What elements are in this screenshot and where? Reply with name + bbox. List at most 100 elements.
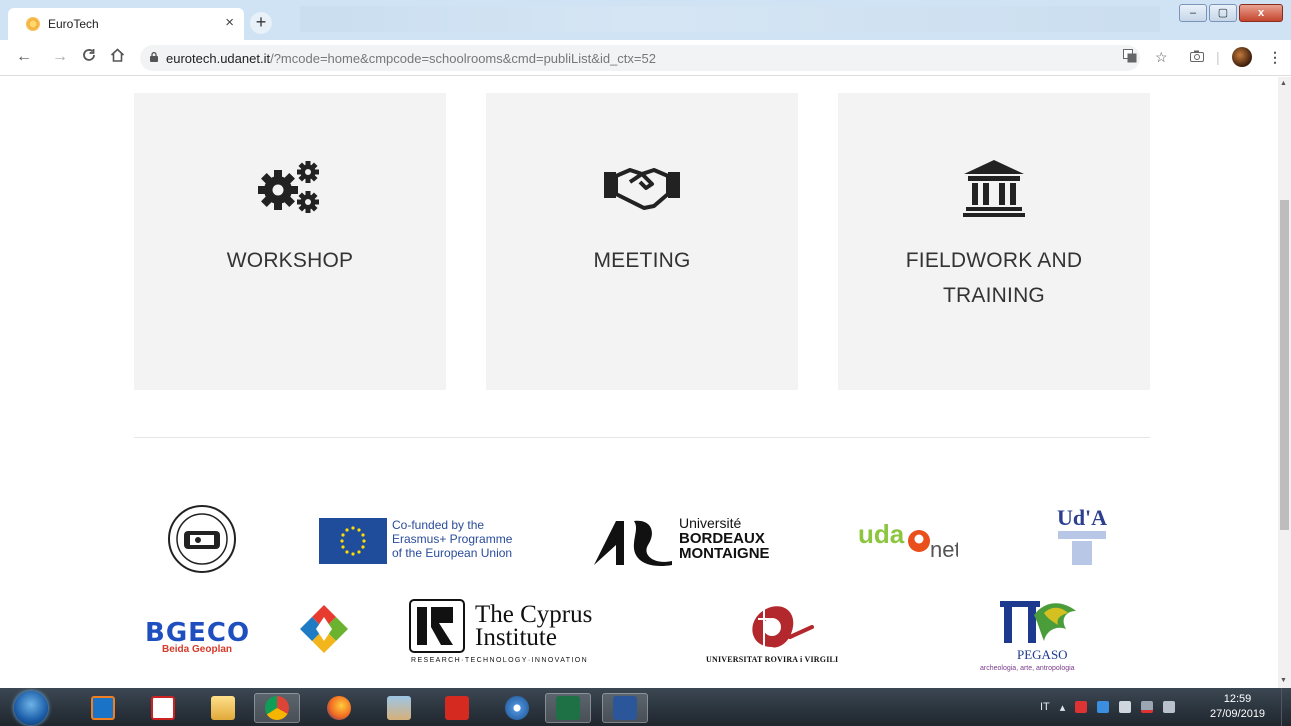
erasmus-line-2: Erasmus+ Programme	[392, 532, 513, 546]
taskbar-app-window[interactable]	[376, 693, 422, 723]
scrollbar-thumb[interactable]	[1280, 200, 1289, 530]
dropbox-icon[interactable]	[1097, 701, 1110, 713]
erasmus-line-1: Co-funded by the	[392, 518, 485, 532]
cyprus-tagline: RESEARCH·TECHNOLOGY·INNOVATION	[411, 657, 589, 664]
lock-icon	[150, 52, 158, 62]
word-icon	[613, 696, 637, 720]
page-scrollbar[interactable]: ▲ ▼	[1278, 77, 1291, 688]
url-text: eurotech.udanet.it/?mcode=home&cmpcode=s…	[166, 51, 656, 66]
urv-name: UNIVERSITAT ROVIRA i VIRGILI	[706, 655, 839, 664]
scroll-up-arrow-icon[interactable]: ▲	[1280, 80, 1287, 87]
tab-title: EuroTech	[48, 17, 99, 31]
camera-icon[interactable]	[1190, 49, 1204, 65]
url-domain: eurotech.udanet.it	[166, 51, 271, 66]
maximize-button[interactable]: ▢	[1209, 4, 1237, 22]
udanet-prefix: uda	[858, 519, 905, 549]
taskbar-media-player[interactable]	[80, 693, 126, 723]
acrobat-icon	[151, 696, 175, 720]
new-tab-button[interactable]: +	[250, 12, 272, 34]
institution-icon	[838, 158, 1150, 218]
card-meeting[interactable]: MEETING	[486, 93, 798, 390]
language-indicator[interactable]: IT	[1040, 701, 1050, 713]
gears-icon	[134, 158, 446, 218]
taskbar-excel[interactable]	[545, 693, 591, 723]
scroll-down-arrow-icon[interactable]: ▼	[1280, 677, 1287, 684]
erasmus-line-3: of the European Union	[392, 546, 513, 560]
minimize-button[interactable]: –	[1179, 4, 1207, 22]
show-desktop-button[interactable]	[1281, 688, 1291, 726]
windows-taskbar: IT ▴ 12:59 27/09/2019	[0, 688, 1291, 726]
pegaso-subtitle: archeologia, arte, antropologia	[980, 665, 1075, 672]
bordeaux-line-3: MONTAIGNE	[679, 545, 770, 562]
taskbar-acrobat[interactable]	[140, 693, 186, 723]
network-app-icon	[505, 696, 529, 720]
taskbar-network-app[interactable]	[494, 693, 540, 723]
cyprus-line-1: The Cyprus	[475, 601, 593, 628]
card-workshop-label: WORKSHOP	[226, 249, 354, 272]
pegaso-name: PEGASO	[1017, 647, 1068, 662]
udanet-logo[interactable]: uda net	[858, 515, 961, 572]
udanet-suffix: net	[930, 537, 958, 562]
bgeco-subtitle: Beida Geoplan	[162, 644, 233, 655]
forward-arrow-icon[interactable]: →	[52, 48, 68, 66]
taskbar-firefox[interactable]	[316, 693, 362, 723]
url-path: /?mcode=home&cmpcode=schoolrooms&cmd=pub…	[270, 51, 656, 66]
page-viewport: WORKSHOP MEETING FIELDWORK AND TRAINING …	[0, 77, 1278, 688]
bordeaux-line-1: Université	[679, 515, 742, 531]
back-arrow-icon[interactable]: ←	[16, 48, 32, 66]
taskbar-word[interactable]	[602, 693, 648, 723]
media-player-icon	[91, 696, 115, 720]
bookmark-star-icon[interactable]: ☆	[1155, 49, 1168, 66]
power-icon[interactable]	[1119, 701, 1132, 713]
taskbar-clock[interactable]: 12:59 27/09/2019	[1210, 692, 1265, 722]
academy-seal-logo[interactable]	[168, 505, 236, 578]
uda-logo[interactable]: Ud'A	[1050, 505, 1114, 574]
taskbar-file-explorer[interactable]	[200, 693, 246, 723]
clock-time: 12:59	[1223, 693, 1252, 705]
translate-icon[interactable]	[1123, 49, 1137, 66]
system-tray: IT ▴	[1040, 688, 1176, 726]
browser-tab-strip: EuroTech × + – ▢ x	[0, 0, 1291, 40]
handshake-icon	[486, 158, 798, 218]
card-fieldwork-training[interactable]: FIELDWORK AND TRAINING	[838, 93, 1150, 390]
bordeaux-line-2: BORDEAUX	[679, 530, 765, 547]
cyprus-institute-name: The Cyprus Institute	[475, 601, 593, 651]
bordeaux-mark-logo[interactable]	[594, 515, 676, 572]
home-icon[interactable]	[110, 48, 125, 67]
bgeco-diamond-logo	[298, 603, 350, 660]
browser-toolbar: ← → eurotech.udanet.it/?mcode=home&cmpco…	[0, 40, 1291, 76]
profile-avatar[interactable]	[1232, 47, 1252, 67]
browser-tab-eurotech[interactable]: EuroTech ×	[8, 8, 244, 40]
uda-name: Ud'A	[1057, 505, 1107, 530]
bordeaux-text: Université BORDEAUX MONTAIGNE	[679, 515, 770, 562]
address-bar[interactable]: eurotech.udanet.it/?mcode=home&cmpcode=s…	[140, 45, 1140, 71]
close-window-button[interactable]: x	[1239, 4, 1283, 22]
taskbar-acrobat-reader[interactable]	[434, 693, 480, 723]
cyprus-line-2: Institute	[475, 624, 557, 651]
start-button[interactable]	[14, 691, 48, 725]
tab-strip-background	[300, 6, 1160, 32]
taskbar-chrome[interactable]	[254, 693, 300, 723]
card-meeting-label: MEETING	[593, 249, 691, 272]
reload-icon[interactable]	[82, 48, 96, 67]
app-window-icon	[387, 696, 411, 720]
toolbar-separator: |	[1216, 49, 1220, 65]
tray-app-icon[interactable]	[1075, 701, 1088, 713]
excel-icon	[556, 696, 580, 720]
volume-icon[interactable]	[1163, 701, 1176, 713]
action-center-icon[interactable]	[1141, 701, 1154, 713]
chrome-icon	[265, 696, 289, 720]
menu-kebab-icon[interactable]: ⋮	[1268, 49, 1282, 66]
activity-cards: WORKSHOP MEETING FIELDWORK AND TRAINING	[134, 93, 1150, 390]
clock-date: 27/09/2019	[1210, 708, 1266, 720]
section-divider	[134, 437, 1150, 438]
firefox-icon	[327, 696, 351, 720]
tray-expand-icon[interactable]: ▴	[1060, 701, 1066, 714]
cyprus-institute-mark[interactable]	[409, 599, 465, 658]
tab-close-icon[interactable]: ×	[225, 14, 234, 32]
eu-flag-logo[interactable]	[319, 518, 387, 564]
card-workshop[interactable]: WORKSHOP	[134, 93, 446, 390]
urv-emblem-logo[interactable]	[742, 597, 814, 658]
card-fieldwork-label: FIELDWORK AND TRAINING	[905, 249, 1083, 307]
eurotech-favicon-icon	[26, 17, 40, 31]
